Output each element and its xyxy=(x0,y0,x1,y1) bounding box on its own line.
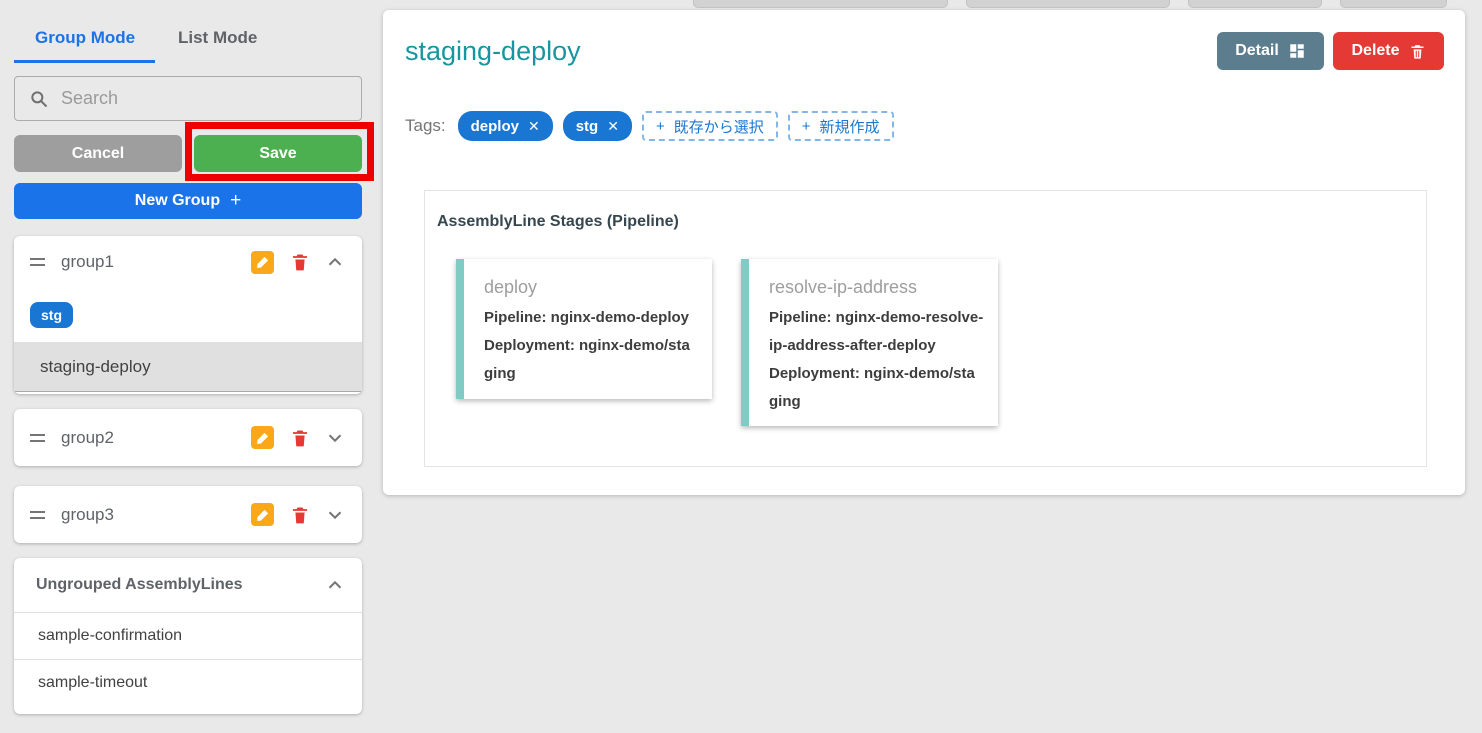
plus-icon: + xyxy=(656,118,665,135)
new-group-button[interactable]: New Group + xyxy=(14,183,362,219)
group-name: group2 xyxy=(61,428,251,448)
pencil-icon xyxy=(256,508,270,522)
plus-icon: + xyxy=(802,118,811,135)
tab-list-mode[interactable]: List Mode xyxy=(178,28,257,48)
assemblyline-item[interactable]: sample-timeout xyxy=(14,659,362,706)
chevron-up-icon[interactable] xyxy=(324,574,346,596)
active-tab-underline xyxy=(14,60,155,63)
delete-button[interactable]: Delete xyxy=(1333,32,1444,70)
stage-pipeline: Pipeline: nginx-demo-deploy xyxy=(464,304,712,332)
cancel-button[interactable]: Cancel xyxy=(14,135,182,172)
detail-button-label: Detail xyxy=(1235,42,1279,60)
group-name: group3 xyxy=(61,505,251,525)
delete-button-label: Delete xyxy=(1351,42,1399,60)
detail-panel: staging-deploy Detail Delete Tags: deplo… xyxy=(383,10,1465,495)
stage-name: resolve-ip-address xyxy=(749,259,998,304)
delete-group-icon[interactable] xyxy=(290,252,310,272)
stage-card-resolve-ip-address[interactable]: resolve-ip-address Pipeline: nginx-demo-… xyxy=(741,259,998,426)
group-tag-chip: stg xyxy=(30,302,73,328)
add-existing-tag-button[interactable]: + 既存から選択 xyxy=(642,111,778,141)
create-new-tag-button[interactable]: + 新規作成 xyxy=(788,111,894,141)
stage-deployment: Deployment: nginx-demo/staging xyxy=(464,332,712,388)
cutoff-toolbar-button xyxy=(693,0,948,8)
cutoff-toolbar-button xyxy=(1340,0,1447,8)
plus-icon: + xyxy=(230,190,241,212)
ungrouped-title: Ungrouped AssemblyLines xyxy=(36,576,324,594)
tag-chip-deploy[interactable]: deploy ✕ xyxy=(458,111,553,141)
tag-chip-stg[interactable]: stg ✕ xyxy=(563,111,632,141)
dashboard-icon xyxy=(1288,42,1306,60)
stage-deployment: Deployment: nginx-demo/staging xyxy=(749,360,998,416)
trash-icon xyxy=(1409,43,1426,60)
tag-chip-label: stg xyxy=(576,118,599,135)
cutoff-toolbar-button xyxy=(966,0,1170,8)
pencil-icon xyxy=(256,431,270,445)
tag-chip-label: deploy xyxy=(471,118,519,135)
chevron-down-icon[interactable] xyxy=(324,504,346,526)
cutoff-toolbar-button xyxy=(1188,0,1322,8)
pencil-icon xyxy=(256,255,270,269)
delete-group-icon[interactable] xyxy=(290,428,310,448)
search-input[interactable] xyxy=(61,88,347,109)
chevron-up-icon[interactable] xyxy=(324,251,346,273)
search-icon xyxy=(29,89,49,109)
save-button[interactable]: Save xyxy=(194,135,362,172)
chevron-down-icon[interactable] xyxy=(324,427,346,449)
edit-group-button[interactable] xyxy=(251,426,274,449)
stage-name: deploy xyxy=(464,259,712,304)
ungrouped-card: Ungrouped AssemblyLines sample-confirmat… xyxy=(14,558,362,714)
drag-handle-icon[interactable] xyxy=(30,258,45,266)
remove-tag-icon[interactable]: ✕ xyxy=(528,118,540,135)
new-group-label: New Group xyxy=(135,192,220,210)
stages-section: AssemblyLine Stages (Pipeline) deploy Pi… xyxy=(424,190,1427,467)
stage-card-deploy[interactable]: deploy Pipeline: nginx-demo-deploy Deplo… xyxy=(456,259,712,399)
page-title: staging-deploy xyxy=(405,36,581,67)
stages-section-title: AssemblyLine Stages (Pipeline) xyxy=(437,213,679,231)
detail-button[interactable]: Detail xyxy=(1217,32,1324,70)
remove-tag-icon[interactable]: ✕ xyxy=(607,118,619,135)
delete-group-icon[interactable] xyxy=(290,505,310,525)
create-new-tag-label: 新規作成 xyxy=(820,116,880,137)
add-existing-tag-label: 既存から選択 xyxy=(674,116,764,137)
tags-label: Tags: xyxy=(405,116,446,136)
drag-handle-icon[interactable] xyxy=(30,511,45,519)
tab-group-mode[interactable]: Group Mode xyxy=(35,28,135,48)
group-header[interactable]: group1 xyxy=(14,236,362,288)
group-header[interactable]: group2 xyxy=(14,409,362,466)
search-box[interactable] xyxy=(14,76,362,121)
group-card-group1: group1 stg staging-deploy xyxy=(14,236,362,394)
edit-group-button[interactable] xyxy=(251,251,274,274)
ungrouped-header[interactable]: Ungrouped AssemblyLines xyxy=(14,558,362,612)
group-card-group2: group2 xyxy=(14,409,362,466)
assemblyline-item[interactable]: sample-confirmation xyxy=(14,612,362,659)
group-card-group3: group3 xyxy=(14,486,362,543)
edit-group-button[interactable] xyxy=(251,503,274,526)
stage-pipeline: Pipeline: nginx-demo-resolve-ip-address-… xyxy=(749,304,998,360)
group-header[interactable]: group3 xyxy=(14,486,362,543)
group-name: group1 xyxy=(61,252,251,272)
group-tag-row: stg xyxy=(14,288,362,342)
assemblyline-item-selected[interactable]: staging-deploy xyxy=(14,342,362,392)
tags-row: Tags: deploy ✕ stg ✕ + 既存から選択 + 新規作成 xyxy=(405,111,894,141)
drag-handle-icon[interactable] xyxy=(30,434,45,442)
